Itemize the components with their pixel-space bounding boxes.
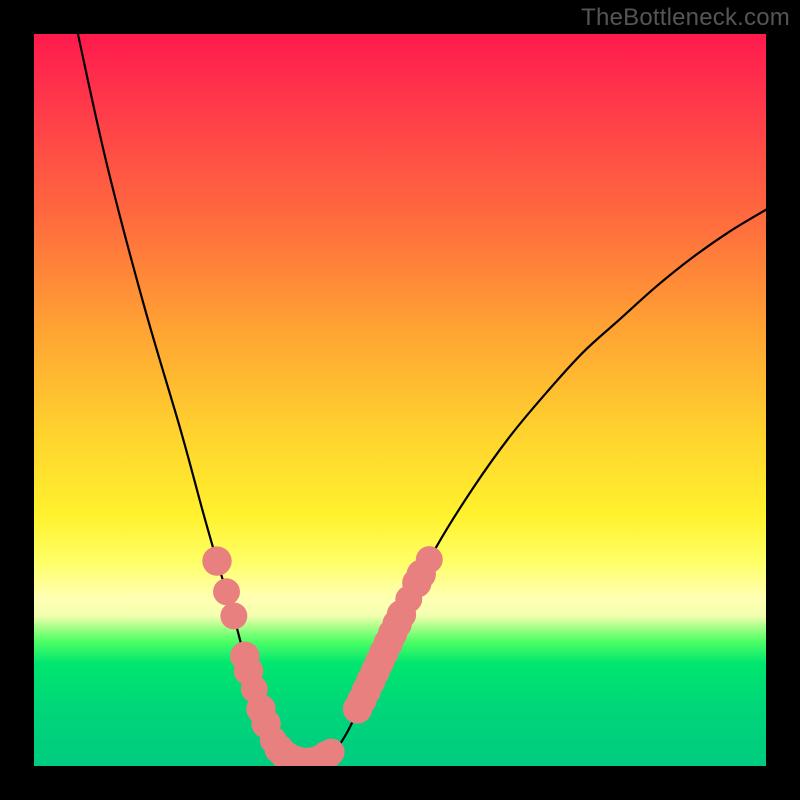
bottleneck-curve (78, 34, 766, 762)
marker-dot (318, 739, 345, 766)
chart-svg (34, 34, 766, 766)
watermark-label: TheBottleneck.com (581, 4, 790, 32)
marker-dot (202, 546, 231, 575)
chart-frame: TheBottleneck.com (0, 0, 800, 800)
marker-dot (416, 546, 443, 573)
plot-area (34, 34, 766, 766)
marker-dot (213, 578, 240, 605)
marker-layer (202, 546, 442, 766)
marker-dot (220, 602, 247, 629)
curve-layer (78, 34, 766, 762)
